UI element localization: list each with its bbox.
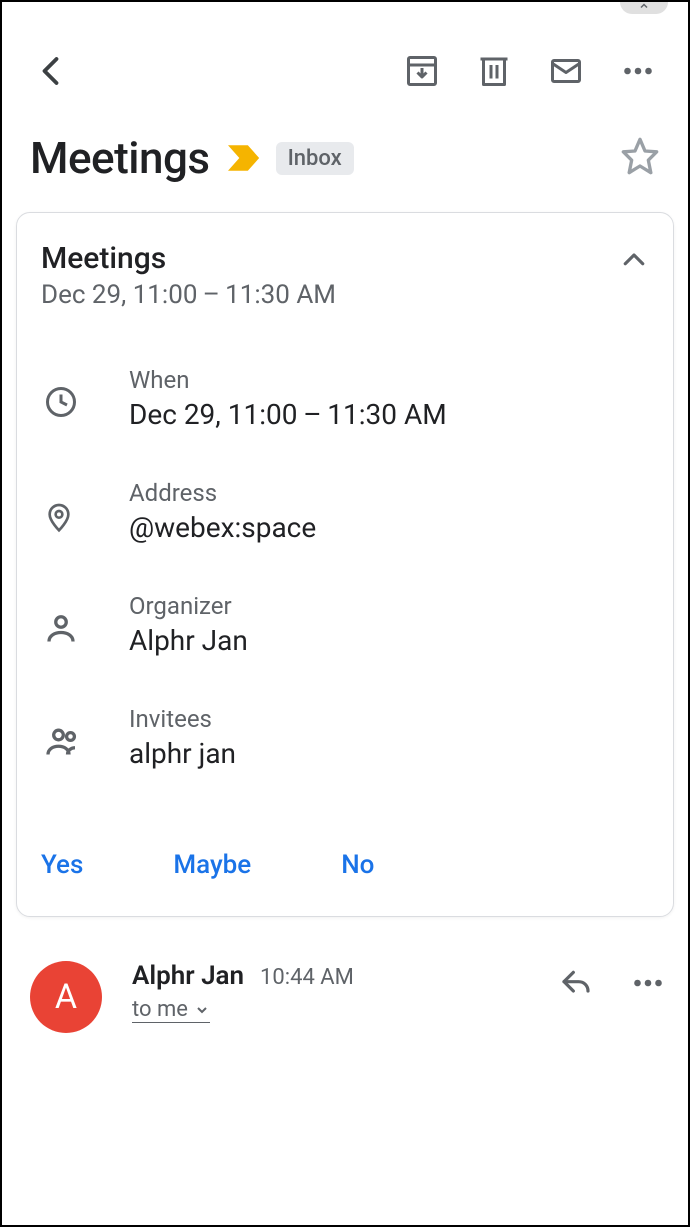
recipient-toggle[interactable]: to me: [132, 997, 210, 1023]
mark-unread-button[interactable]: [530, 53, 602, 89]
more-menu-button[interactable]: [602, 53, 674, 89]
collapse-button[interactable]: [619, 241, 649, 279]
location-pin-icon: [41, 479, 129, 537]
organizer-value: Alphr Jan: [129, 624, 649, 657]
people-icon: [41, 705, 129, 759]
message-header: A Alphr Jan 10:44 AM to me: [2, 917, 688, 1033]
inbox-label[interactable]: Inbox: [276, 142, 354, 175]
message-more-button[interactable]: [630, 965, 666, 1005]
address-label: Address: [129, 479, 649, 507]
address-value: @webex:space: [129, 511, 649, 544]
address-row: Address @webex:space: [41, 479, 649, 544]
person-icon: [41, 592, 129, 646]
event-time-summary: Dec 29, 11:00 – 11:30 AM: [41, 280, 619, 310]
subject-text: Meetings: [30, 132, 210, 184]
recipient-text: to me: [132, 997, 188, 1022]
sent-time: 10:44 AM: [260, 965, 354, 990]
when-row: When Dec 29, 11:00 – 11:30 AM: [41, 366, 649, 431]
event-title: Meetings: [41, 241, 619, 276]
organizer-label: Organizer: [129, 592, 649, 620]
chevron-down-icon: [194, 1002, 210, 1018]
rsvp-yes-button[interactable]: Yes: [41, 850, 83, 880]
status-notch: [620, 2, 668, 14]
invitees-value: alphr jan: [129, 737, 649, 770]
when-label: When: [129, 366, 649, 394]
invitees-row: Invitees alphr jan: [41, 705, 649, 770]
when-value: Dec 29, 11:00 – 11:30 AM: [129, 398, 649, 431]
avatar[interactable]: A: [30, 961, 102, 1033]
toolbar: [2, 2, 688, 122]
event-card: Meetings Dec 29, 11:00 – 11:30 AM When D…: [16, 212, 674, 917]
rsvp-row: Yes Maybe No: [41, 850, 649, 896]
delete-button[interactable]: [458, 53, 530, 89]
organizer-row: Organizer Alphr Jan: [41, 592, 649, 657]
star-button[interactable]: [620, 136, 660, 180]
clock-icon: [41, 366, 129, 420]
archive-button[interactable]: [386, 53, 458, 89]
invitees-label: Invitees: [129, 705, 649, 733]
back-button[interactable]: [16, 53, 88, 89]
rsvp-maybe-button[interactable]: Maybe: [173, 850, 251, 880]
rsvp-no-button[interactable]: No: [341, 850, 374, 880]
sender-name: Alphr Jan: [132, 961, 244, 991]
important-marker-icon[interactable]: [228, 144, 262, 172]
subject-row: Meetings Inbox: [2, 122, 688, 212]
reply-button[interactable]: [558, 967, 594, 1003]
